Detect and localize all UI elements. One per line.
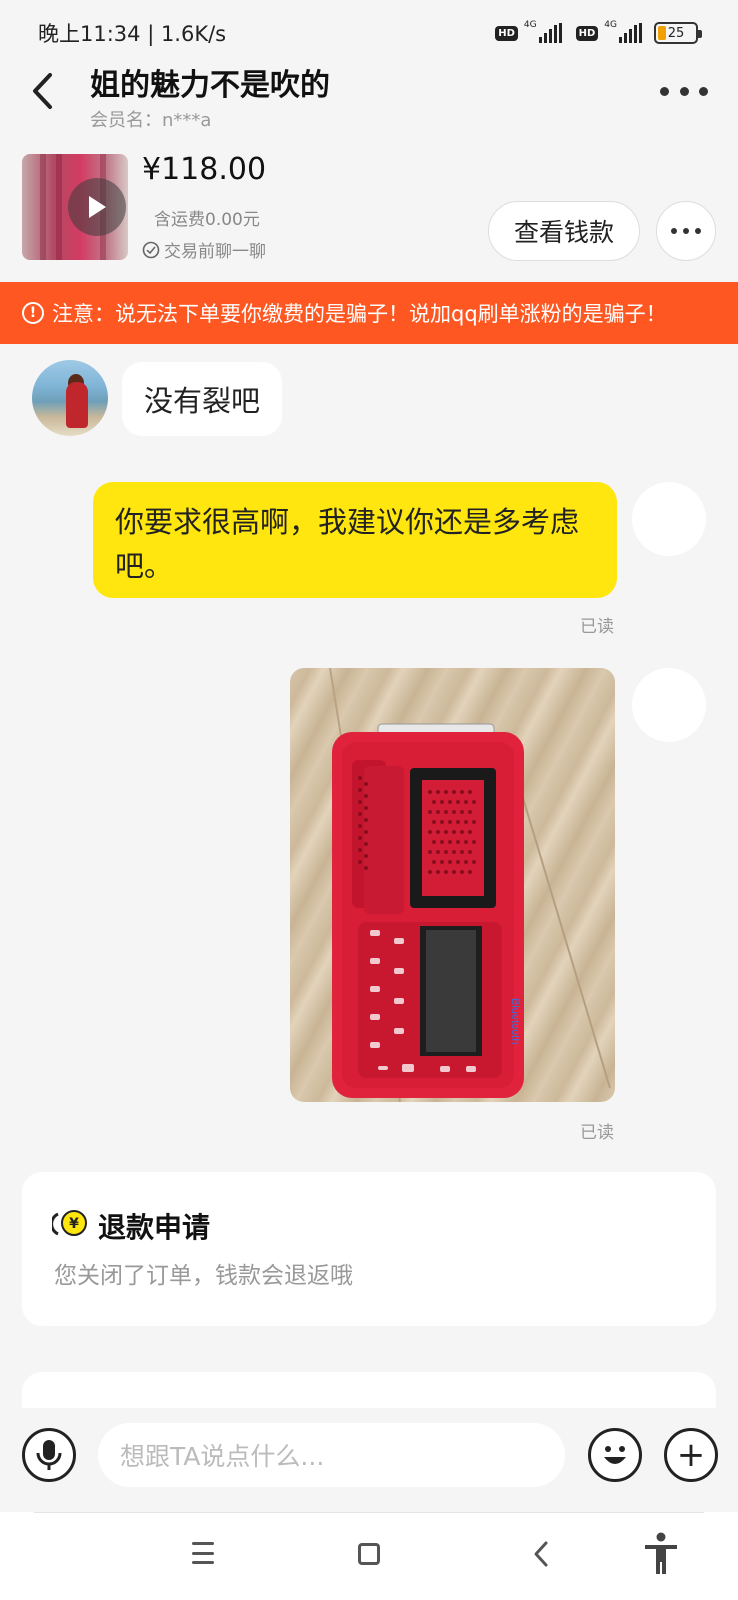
yen-coin-icon: ¥ (50, 1208, 90, 1238)
chat-title: 姐的魅力不是吹的 (90, 68, 330, 103)
back-arrow-icon[interactable] (24, 64, 60, 118)
divider (34, 1512, 704, 1513)
plus-icon[interactable]: + (664, 1428, 718, 1482)
play-icon[interactable] (68, 178, 126, 236)
accessibility-icon[interactable] (642, 1532, 680, 1576)
read-receipt: 已读 (580, 617, 614, 637)
scam-warning-banner: ! 注意：说无法下单要你缴费的是骗子！说加qq刷单涨粉的是骗子！ (0, 282, 738, 344)
product-price: ¥118.00 (142, 152, 267, 187)
refund-subtitle: 您关闭了订单，钱款会退返哦 (54, 1263, 353, 1289)
chat-first-label: 交易前聊一聊 (164, 242, 266, 262)
contact-avatar[interactable] (32, 360, 108, 436)
hd-badge: HD (575, 25, 599, 41)
battery-level: 25 (667, 25, 685, 41)
menu-icon[interactable] (192, 1542, 214, 1564)
radio-photo: Bluetooth (329, 668, 611, 1102)
status-time: 晚上11:34 | 1.6K/s (38, 22, 227, 46)
my-avatar[interactable] (632, 482, 706, 556)
my-avatar[interactable] (632, 668, 706, 742)
home-square-icon[interactable] (358, 1543, 380, 1565)
signal-icon (619, 23, 642, 43)
signal-icon (538, 23, 562, 43)
nav-back-icon[interactable] (528, 1539, 554, 1569)
next-card-partial (22, 1372, 716, 1412)
bluetooth-label: Bluetooth (509, 998, 521, 1044)
more-dots-icon[interactable] (660, 76, 708, 106)
read-receipt: 已读 (580, 1123, 614, 1143)
network-type: 4G (604, 20, 617, 30)
message-bubble-received[interactable]: 没有裂吧 (122, 362, 283, 436)
check-circle-icon (142, 241, 160, 258)
hd-badge: HD (495, 25, 518, 41)
svg-text:¥: ¥ (69, 1216, 79, 1232)
product-more-button[interactable] (656, 201, 716, 261)
message-image[interactable]: Bluetooth (290, 668, 615, 1102)
refund-card[interactable] (22, 1172, 716, 1326)
message-input[interactable]: 想跟TA说点什么... (98, 1423, 565, 1487)
chat-first-note: 交易前聊一聊 (142, 237, 266, 262)
refund-title: 退款申请 (98, 1211, 211, 1244)
battery-icon: 25 (654, 22, 702, 44)
member-name: 会员名：n***a (90, 110, 212, 131)
message-bubble-sent[interactable]: 你要求很高啊，我建议你还是多考虑吧。 (93, 482, 617, 598)
alert-circle-icon: ! (22, 302, 44, 324)
network-type: 4G (523, 20, 537, 30)
emoji-icon[interactable] (588, 1428, 642, 1482)
microphone-icon[interactable] (22, 1428, 76, 1482)
status-icons: HD 4G HD 4G 25 (495, 20, 702, 46)
view-money-button[interactable]: 查看钱款 (488, 201, 640, 261)
warning-text: 注意：说无法下单要你缴费的是骗子！说加qq刷单涨粉的是骗子！ (52, 302, 667, 326)
product-thumbnail[interactable] (22, 154, 128, 260)
shipping-fee: 含运费0.00元 (154, 210, 260, 230)
